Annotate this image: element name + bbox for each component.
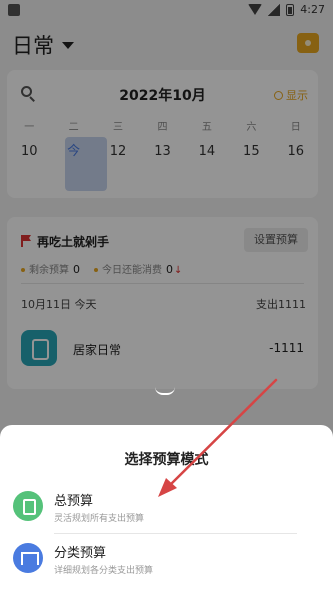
option-label: 分类预算 (54, 546, 107, 561)
document-icon (13, 491, 43, 521)
option-category-budget[interactable]: 分类预算 详细规划各分类支出预算 (0, 538, 333, 588)
chevron-down-icon[interactable] (152, 387, 178, 399)
option-label: 总预算 (54, 494, 94, 509)
option-total-budget[interactable]: 总预算 灵活规划所有支出预算 (0, 486, 333, 536)
budget-mode-sheet: 选择预算模式 总预算 灵活规划所有支出预算 分类预算 详细规划各分类支出预算 (0, 425, 333, 600)
option-desc: 详细规划各分类支出预算 (54, 566, 154, 576)
option-desc: 灵活规划所有支出预算 (54, 514, 145, 524)
divider (54, 533, 297, 534)
sheet-title: 选择预算模式 (124, 452, 209, 468)
hierarchy-icon (13, 543, 43, 573)
